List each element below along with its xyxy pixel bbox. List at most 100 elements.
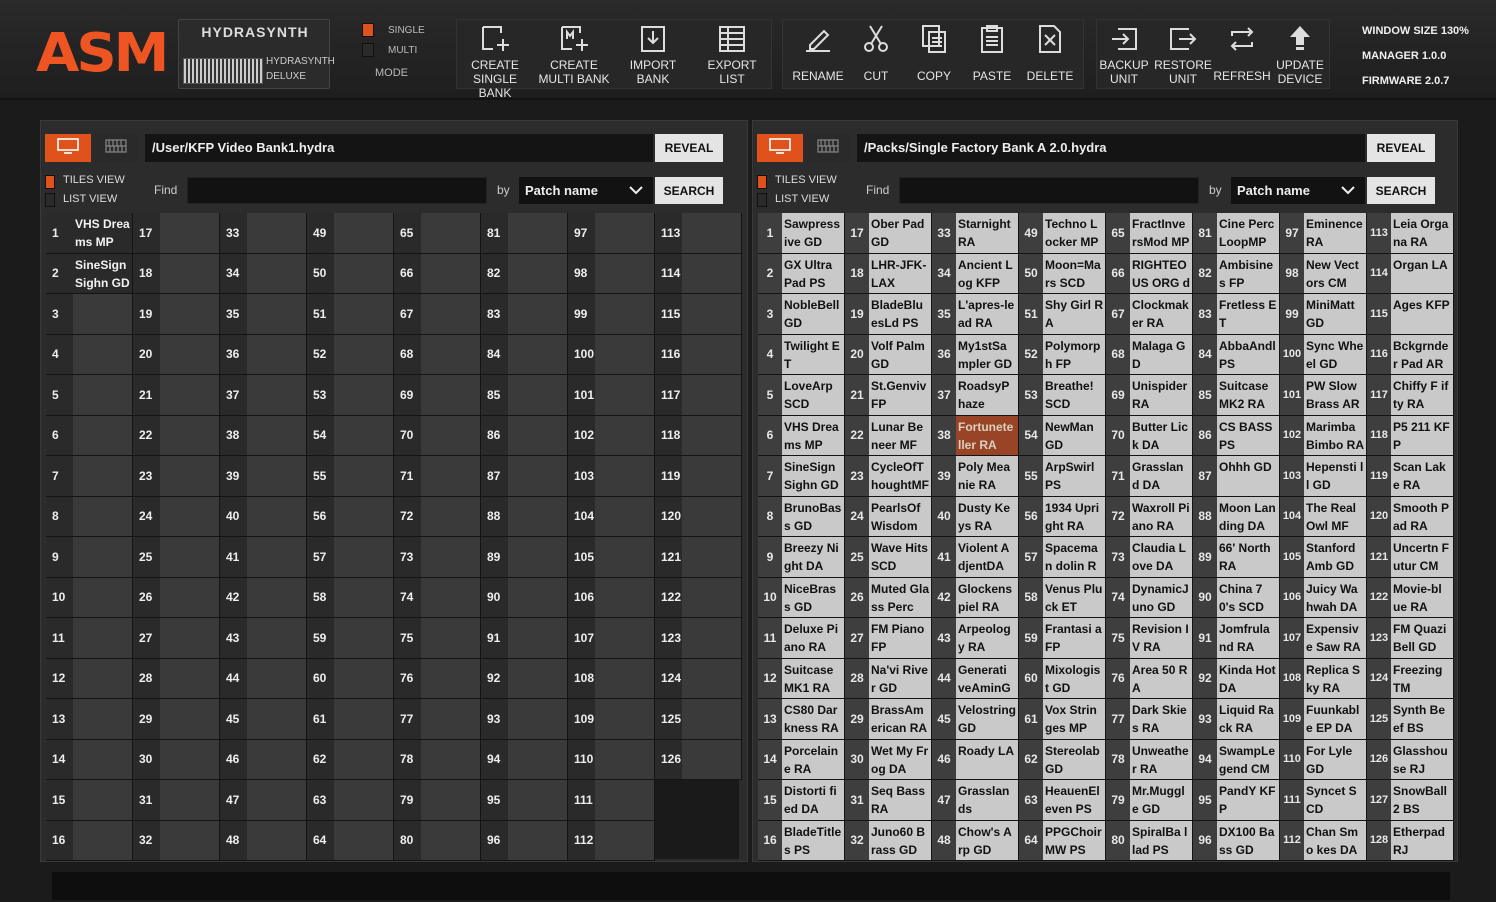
patch-slot[interactable]: 3 NobleBell GD bbox=[758, 294, 845, 335]
patch-slot[interactable]: 47 bbox=[220, 780, 307, 821]
left-find-input[interactable] bbox=[187, 177, 487, 204]
patch-slot[interactable]: 41 Violent AdjentDA bbox=[932, 537, 1019, 578]
patch-slot[interactable]: 32 bbox=[133, 820, 220, 861]
patch-slot[interactable]: 89 bbox=[481, 537, 568, 578]
patch-slot[interactable]: 98 New Vectors CM bbox=[1280, 253, 1367, 294]
patch-slot[interactable]: 48 bbox=[220, 820, 307, 861]
patch-slot[interactable]: 51 Shy Girl RA bbox=[1019, 294, 1106, 335]
patch-slot[interactable]: 108 bbox=[568, 658, 655, 699]
patch-slot[interactable]: 103 bbox=[568, 456, 655, 497]
import-bank-button[interactable]: IMPORT BANK bbox=[617, 19, 689, 89]
patch-slot[interactable]: 109 bbox=[568, 699, 655, 740]
right-tiles-view-toggle[interactable] bbox=[757, 175, 767, 189]
right-find-input[interactable] bbox=[899, 177, 1199, 204]
patch-slot[interactable]: 107 Expensiv e Saw RA bbox=[1280, 618, 1367, 659]
patch-slot[interactable]: 36 My1stSampler GD bbox=[932, 334, 1019, 375]
patch-slot[interactable]: 30 bbox=[133, 739, 220, 780]
patch-slot[interactable]: 108 Replica Sky RA bbox=[1280, 658, 1367, 699]
patch-slot[interactable]: 81 bbox=[481, 213, 568, 254]
patch-slot[interactable]: 17 bbox=[133, 213, 220, 254]
patch-slot[interactable]: 58 Venus Pluck ET bbox=[1019, 577, 1106, 618]
patch-slot[interactable]: 18 bbox=[133, 253, 220, 294]
patch-slot[interactable]: 63 HeauenEleven PS bbox=[1019, 780, 1106, 821]
patch-slot[interactable]: 65 FractInversMod MP bbox=[1106, 213, 1193, 254]
left-list-view-label[interactable]: LIST VIEW bbox=[63, 193, 117, 205]
patch-slot[interactable]: 27 bbox=[133, 618, 220, 659]
patch-slot[interactable]: 46 Roady LA bbox=[932, 739, 1019, 780]
patch-slot[interactable]: 104 bbox=[568, 496, 655, 537]
patch-slot[interactable]: 28 bbox=[133, 658, 220, 699]
patch-slot[interactable]: 111 Syncet SCD bbox=[1280, 780, 1367, 821]
patch-slot[interactable]: 66 bbox=[394, 253, 481, 294]
patch-slot[interactable]: 110 For Lyle GD bbox=[1280, 739, 1367, 780]
patch-slot[interactable]: 13 bbox=[46, 699, 133, 740]
patch-slot[interactable]: 64 bbox=[307, 820, 394, 861]
patch-slot[interactable]: 56 1934 Upright RA bbox=[1019, 496, 1106, 537]
patch-slot[interactable]: 19 BladeBluesLd PS bbox=[845, 294, 932, 335]
patch-slot[interactable]: 91 bbox=[481, 618, 568, 659]
patch-slot[interactable]: 87 bbox=[481, 456, 568, 497]
mode-single-option[interactable]: SINGLE bbox=[362, 22, 425, 38]
patch-slot[interactable]: 45 bbox=[220, 699, 307, 740]
patch-slot[interactable]: 61 bbox=[307, 699, 394, 740]
patch-slot[interactable]: 67 Clockmaker RA bbox=[1106, 294, 1193, 335]
patch-slot[interactable]: 103 Hepensti ll GD bbox=[1280, 456, 1367, 497]
patch-slot[interactable]: 72 bbox=[394, 496, 481, 537]
patch-slot[interactable]: 34 Ancient Log KFP bbox=[932, 253, 1019, 294]
patch-slot[interactable]: 122 bbox=[655, 577, 742, 618]
patch-slot[interactable]: 120 bbox=[655, 496, 742, 537]
patch-slot[interactable]: 43 Arpeology RA bbox=[932, 618, 1019, 659]
patch-slot[interactable]: 110 bbox=[568, 739, 655, 780]
patch-slot[interactable]: 33 Starnight RA bbox=[932, 213, 1019, 254]
patch-slot[interactable]: 52 bbox=[307, 334, 394, 375]
patch-slot[interactable]: 73 bbox=[394, 537, 481, 578]
patch-slot[interactable]: 45 Velostring GD bbox=[932, 699, 1019, 740]
patch-slot[interactable]: 68 Malaga GD bbox=[1106, 334, 1193, 375]
patch-slot[interactable]: 56 bbox=[307, 496, 394, 537]
patch-slot[interactable]: 32 Juno60 Brass GD bbox=[845, 820, 932, 861]
patch-slot[interactable]: 20 bbox=[133, 334, 220, 375]
patch-slot[interactable]: 86 bbox=[481, 415, 568, 456]
patch-slot[interactable]: 96 DX100 Bass GD bbox=[1193, 820, 1280, 861]
patch-slot[interactable]: 21 bbox=[133, 375, 220, 416]
patch-slot[interactable]: 14 bbox=[46, 739, 133, 780]
patch-slot[interactable]: 93 Liquid Rack RA bbox=[1193, 699, 1280, 740]
patch-slot[interactable]: 38 Fortuneteller RA bbox=[932, 415, 1019, 456]
patch-slot[interactable]: 93 bbox=[481, 699, 568, 740]
patch-slot[interactable]: 18 LHR-JFK-LAX bbox=[845, 253, 932, 294]
patch-slot[interactable]: 94 SwampLegend CM bbox=[1193, 739, 1280, 780]
patch-slot[interactable]: 23 bbox=[133, 456, 220, 497]
patch-slot[interactable]: 3 bbox=[46, 294, 133, 335]
patch-slot[interactable]: 40 bbox=[220, 496, 307, 537]
patch-slot[interactable]: 118 P5 211 KFP bbox=[1367, 415, 1454, 456]
patch-slot[interactable]: 111 bbox=[568, 780, 655, 821]
patch-slot[interactable]: 61 Vox Stringes MP bbox=[1019, 699, 1106, 740]
patch-slot[interactable]: 6 bbox=[46, 415, 133, 456]
patch-slot[interactable]: 119 bbox=[655, 456, 742, 497]
patch-slot[interactable]: 116 Bckgrnde r Pad AR bbox=[1367, 334, 1454, 375]
patch-slot[interactable]: 95 PandY KFP bbox=[1193, 780, 1280, 821]
patch-slot[interactable]: 1 VHS Dreams MP bbox=[46, 213, 133, 254]
patch-slot[interactable]: 104 The Real Owl MF bbox=[1280, 496, 1367, 537]
patch-slot[interactable]: 123 FM Quazi Bell GD bbox=[1367, 618, 1454, 659]
patch-slot[interactable]: 71 bbox=[394, 456, 481, 497]
patch-slot[interactable]: 13 CS80 Darkness RA bbox=[758, 699, 845, 740]
patch-slot[interactable]: 88 Moon Landing DA bbox=[1193, 496, 1280, 537]
patch-slot[interactable]: 39 bbox=[220, 456, 307, 497]
patch-slot[interactable]: 125 bbox=[655, 699, 742, 740]
patch-slot[interactable]: 8 BrunoBass GD bbox=[758, 496, 845, 537]
patch-slot[interactable]: 127 SnowBall 2 BS bbox=[1367, 780, 1454, 821]
patch-slot[interactable]: 85 Suitcase MK2 RA bbox=[1193, 375, 1280, 416]
create-multi-bank-button[interactable]: CREATE MULTI BANK bbox=[538, 19, 610, 89]
patch-slot[interactable]: 69 bbox=[394, 375, 481, 416]
patch-slot[interactable]: 80 bbox=[394, 820, 481, 861]
patch-slot[interactable]: 79 Mr.Muggle GD bbox=[1106, 780, 1193, 821]
patch-slot[interactable]: 74 DynamicJuno GD bbox=[1106, 577, 1193, 618]
patch-slot[interactable]: 35 bbox=[220, 294, 307, 335]
patch-slot[interactable]: 12 Suitcase MK1 RA bbox=[758, 658, 845, 699]
left-file-view-button[interactable] bbox=[93, 134, 139, 162]
patch-slot[interactable]: 31 Seq Bass RA bbox=[845, 780, 932, 821]
patch-slot[interactable]: 24 PearlsOf Wisdom bbox=[845, 496, 932, 537]
patch-slot[interactable]: 4 Twilight ET bbox=[758, 334, 845, 375]
patch-slot[interactable]: 33 bbox=[220, 213, 307, 254]
